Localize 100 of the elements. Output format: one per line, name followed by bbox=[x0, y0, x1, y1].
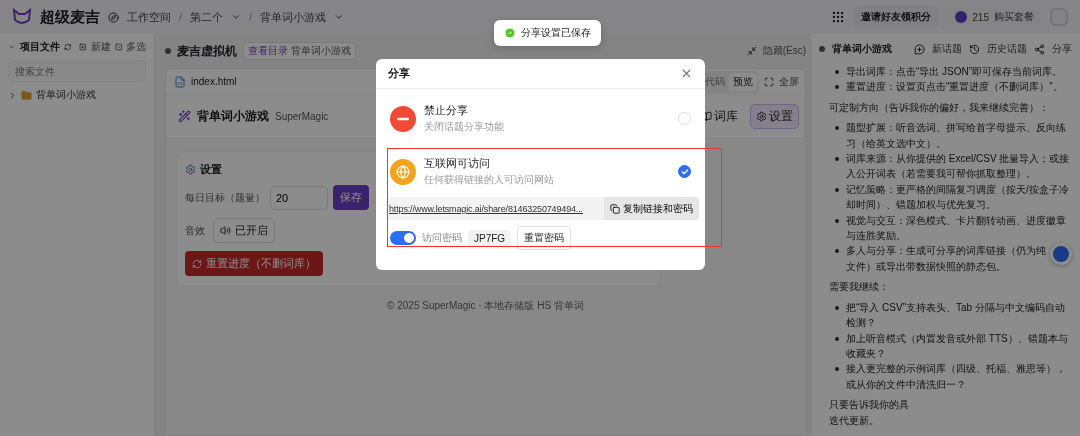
chat-action-button[interactable]: 历史话题 bbox=[987, 42, 1027, 56]
success-icon bbox=[504, 27, 516, 39]
option-description: 关闭话题分享功能 bbox=[424, 120, 505, 134]
chat-list-item: 把“导入 CSV”支持表头、Tab 分隔与中文编码自动检测？ bbox=[846, 300, 1066, 331]
folder-icon bbox=[21, 89, 32, 101]
settings-button[interactable]: 设置 bbox=[750, 104, 799, 129]
file-search-field[interactable]: 搜索文件 bbox=[8, 60, 146, 82]
chat-action-button[interactable]: 分享 bbox=[1052, 42, 1072, 56]
reset-progress-button[interactable]: 重置进度（不删词库） bbox=[185, 251, 323, 276]
chevron-down-icon[interactable] bbox=[231, 12, 242, 22]
chat-list-item: 加上听音模式（内置发音或外部 TTS）、错题本与收藏夹？ bbox=[846, 331, 1069, 361]
html-file-icon bbox=[174, 75, 186, 88]
assistant-float-button[interactable] bbox=[1050, 243, 1072, 265]
bullet-icon bbox=[835, 70, 839, 74]
fullscreen-button[interactable]: 全屏 bbox=[779, 74, 799, 89]
settings-title: 设置 bbox=[200, 162, 222, 177]
folder-item[interactable]: 背单词小游戏 bbox=[36, 88, 96, 102]
bullet-icon bbox=[835, 187, 839, 192]
bullet-icon bbox=[835, 157, 839, 162]
goal-input[interactable]: 20 bbox=[270, 185, 328, 210]
bullet-icon bbox=[835, 126, 839, 131]
collapse-arrows-icon[interactable] bbox=[746, 46, 757, 56]
credits-count: 215 bbox=[972, 11, 989, 23]
speaker-icon bbox=[220, 225, 231, 236]
breadcrumb-separator: / bbox=[179, 11, 183, 23]
check-icon bbox=[680, 167, 689, 176]
close-icon[interactable] bbox=[680, 67, 693, 80]
workspace-title: 麦吉虚拟机 bbox=[177, 42, 237, 60]
globe-icon bbox=[390, 158, 416, 185]
goal-label: 每日目标（题量） bbox=[185, 190, 265, 205]
save-button[interactable]: 保存 bbox=[333, 185, 369, 210]
gear-icon bbox=[756, 111, 767, 122]
chat-list-item: 重置进度：设置页点击“重置进度（不删词库）”。 bbox=[846, 80, 1063, 95]
breadcrumb-item[interactable]: 第二个 bbox=[190, 9, 224, 25]
chat-list-item: 记忆策略：更严格的间隔复习调度（按天/按盒子冷却时间）、错题加权与优先复习。 bbox=[846, 182, 1070, 213]
sound-toggle-button[interactable]: 已开启 bbox=[213, 218, 275, 243]
buy-plan-link[interactable]: 购买套餐 bbox=[994, 10, 1034, 24]
chevron-down-icon[interactable] bbox=[334, 12, 345, 22]
share-link[interactable]: https://www.letsmagic.ai/share/81463250749494... bbox=[386, 203, 586, 214]
refresh-icon[interactable] bbox=[63, 42, 71, 52]
footer-text: © 2025 SuperMagic · 本地存储版 HS 背单词 bbox=[386, 299, 585, 313]
hide-panel-button[interactable]: 隐藏(Esc) bbox=[762, 44, 806, 58]
settings-icon bbox=[185, 164, 196, 175]
option-radio[interactable] bbox=[678, 165, 691, 178]
apps-grid-icon[interactable] bbox=[831, 10, 846, 24]
option-title[interactable]: 禁止分享 bbox=[424, 103, 670, 118]
chat-list-item: 题型扩展：听音选词、拼写给首字母提示、反向练习（给英文选中文）。 bbox=[846, 121, 1067, 151]
new-chat-icon bbox=[914, 43, 925, 55]
directory-tag[interactable]: 查看目录 背单词小游戏 bbox=[243, 42, 356, 60]
dialog-title: 分享 bbox=[388, 66, 410, 81]
view-tab[interactable]: 代码 bbox=[701, 72, 729, 91]
bullet-icon bbox=[835, 85, 839, 90]
new-file-button[interactable]: 新建 bbox=[90, 40, 111, 54]
multi-select-button[interactable]: 多选 bbox=[126, 40, 146, 54]
file-tab[interactable]: index.html bbox=[191, 76, 237, 87]
chat-list-item: 视觉与交互：深色模式、卡片翻转动画、进度徽章与连胜奖励。 bbox=[846, 213, 1067, 244]
reset-password-button[interactable]: 重置密码 bbox=[517, 226, 572, 250]
chevron-right-icon[interactable] bbox=[8, 90, 17, 100]
password-value: JP7FG bbox=[468, 229, 512, 247]
chat-list-item: 导出词库：点击“导出 JSON”即可保存当前词库。 bbox=[846, 65, 1063, 79]
status-dot-icon bbox=[165, 48, 171, 54]
app-logo-text: 超级麦吉 bbox=[40, 7, 100, 27]
minus-icon bbox=[390, 105, 416, 132]
chat-list-item: 词库来源：从你提供的 Excel/CSV 批量导入；或接入公开词表（若需要我可帮你抓取整理）。 bbox=[846, 152, 1071, 182]
chat-action-button[interactable]: 新话题 bbox=[932, 42, 962, 56]
toast-message: 分享设置已保存 bbox=[494, 20, 601, 46]
refresh-icon bbox=[192, 258, 202, 269]
bullet-icon bbox=[835, 367, 839, 372]
history-icon bbox=[969, 43, 980, 55]
copy-icon bbox=[610, 203, 620, 214]
bullet-icon bbox=[835, 336, 839, 341]
bullet-icon bbox=[835, 305, 839, 310]
option-description: 任何获得链接的人可访问网站 bbox=[424, 173, 555, 187]
chat-paragraph: 可定制方向（告诉我你的偏好，我来继续完善）： bbox=[829, 100, 1050, 115]
view-tab[interactable]: 预览 bbox=[729, 72, 757, 91]
password-label: 访问密码 bbox=[422, 231, 462, 245]
fullscreen-icon[interactable] bbox=[764, 76, 774, 87]
chat-paragraph: 只要告诉我你的具 迭代更新。 bbox=[829, 398, 910, 428]
breadcrumb-separator: / bbox=[249, 11, 253, 23]
add-icon bbox=[79, 42, 87, 52]
game-title: 背单词小游戏 bbox=[197, 108, 269, 125]
chat-list-item: 接入更完整的示例词库（四级、托福、雅思等），或从你的文件中清洗归一？ bbox=[846, 362, 1067, 392]
workspace-link[interactable]: 工作空间 bbox=[127, 9, 171, 25]
magic-wand-icon bbox=[178, 110, 191, 123]
brand-label: SuperMagic bbox=[275, 111, 329, 122]
checkbox-icon bbox=[114, 42, 122, 52]
invite-button[interactable]: 邀请好友领积分 bbox=[853, 6, 940, 28]
breadcrumb-item[interactable]: 背单词小游戏 bbox=[260, 9, 327, 25]
cat-logo-icon bbox=[12, 8, 32, 26]
share-icon bbox=[1034, 43, 1045, 55]
bullet-icon bbox=[835, 249, 839, 254]
chat-paragraph: 需要我继续： bbox=[829, 280, 890, 295]
copy-link-button[interactable]: 复制链接和密码 bbox=[604, 197, 699, 220]
sound-label: 音效 bbox=[185, 223, 205, 238]
sidebar-title: 项目文件 bbox=[19, 40, 60, 54]
chat-list-item: 多人与分享：生成可分享的词库链接（仍为纯 文件）或导出带数据快照的静态包。 bbox=[846, 244, 1046, 274]
option-title[interactable]: 互联网可访问 bbox=[424, 156, 670, 171]
chat-title: 背单词小游戏 bbox=[832, 42, 892, 56]
password-switch[interactable] bbox=[390, 231, 416, 245]
status-dot-icon bbox=[819, 46, 825, 52]
